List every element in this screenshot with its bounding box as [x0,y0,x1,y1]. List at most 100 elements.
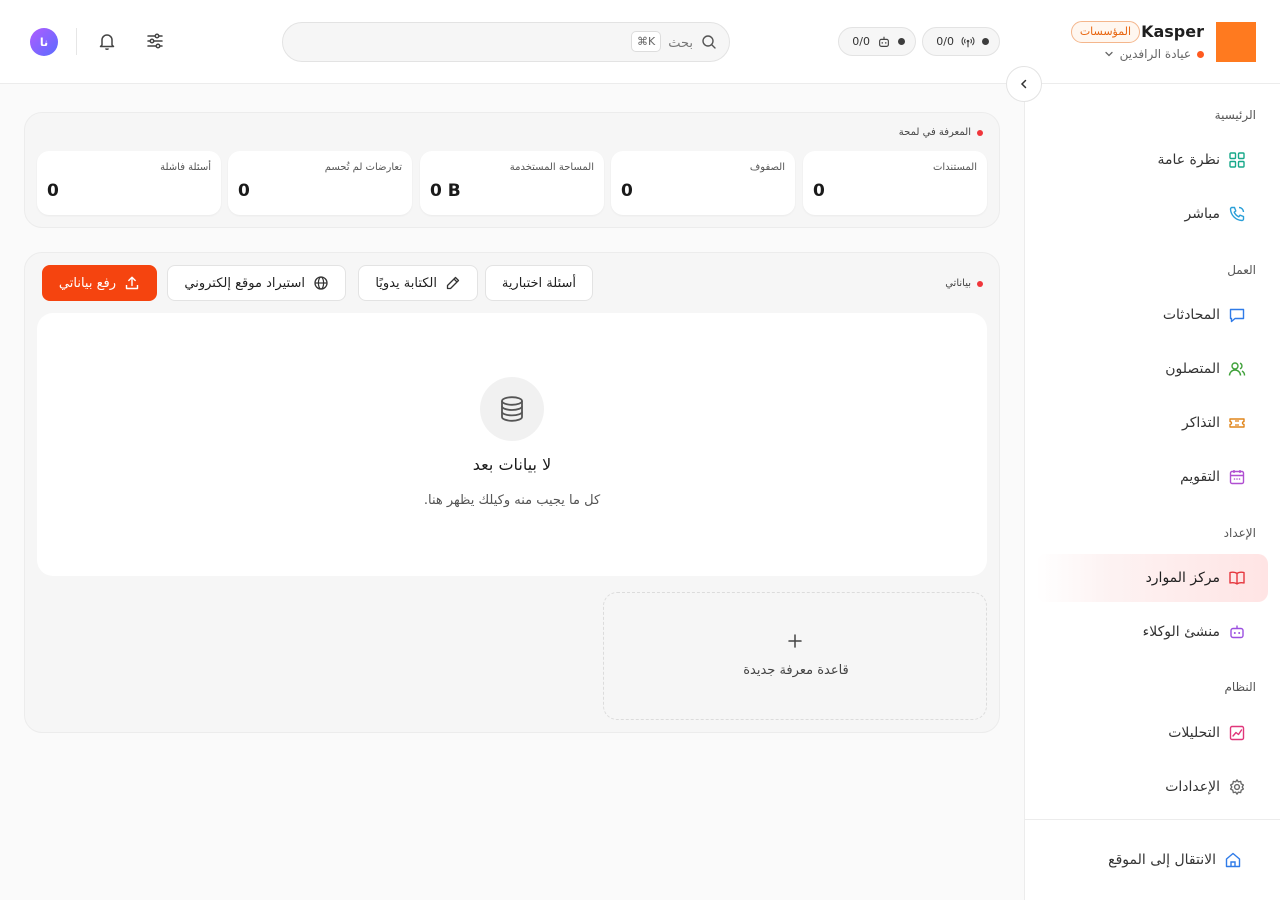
ticket-icon [1228,414,1246,432]
stat-card-failed-questions: أسئلة فاشلة 0 [37,151,221,215]
sidebar-item-label: التقويم [1180,469,1220,485]
sidebar-item-contacts[interactable]: المتصلون [1036,345,1268,393]
stat-card-rows: الصفوف 0 [611,151,795,215]
sidebar-collapse-button[interactable] [1006,66,1042,102]
sidebar-item-label: منشئ الوكلاء [1142,624,1220,640]
stat-label: أسئلة فاشلة [160,162,211,173]
sidebar-item-label: مركز الموارد [1145,570,1220,586]
stat-card-conflicts: تعارضات لم تُحسم 0 [228,151,412,215]
button-label: أسئلة اختبارية [501,275,576,291]
sidebar-item-tickets[interactable]: التذاكر [1036,399,1268,447]
sidebar-item-live[interactable]: مباشر [1036,190,1268,238]
bell-icon[interactable] [96,30,118,52]
database-icon [497,394,527,424]
home-icon [1224,851,1242,869]
brand-logo[interactable] [1216,22,1256,62]
stat-label: المساحة المستخدمة [509,162,594,173]
stat-value: 0 [813,181,825,201]
button-label: استيراد موقع إلكتروني [184,275,305,291]
channel-count: 0/0 [936,35,954,48]
sidebar-section-home: الرئيسية [1214,108,1256,122]
sidebar-item-conversations[interactable]: المحادثات [1036,291,1268,339]
write-manually-button[interactable]: الكتابة يدويًا [358,265,478,301]
import-website-button[interactable]: استيراد موقع إلكتروني [167,265,346,301]
agent-count: 0/0 [852,35,870,48]
agent-status-pill[interactable]: 0/0 [838,27,916,56]
knowledge-overview-title-text: المعرفة في لمحة [898,127,971,138]
gear-icon [1228,778,1246,796]
stat-value: 0 [238,181,250,201]
stat-card-storage: المساحة المستخدمة 0 B [420,151,604,215]
avatar[interactable]: نا [30,28,58,56]
empty-state-subtitle: كل ما يجيب منه وكيلك يظهر هنا. [423,493,601,508]
search-icon [701,34,717,50]
title-dot [977,280,983,287]
empty-state-title: لا بيانات بعد [472,455,552,474]
chart-line-icon [1228,724,1246,742]
stat-value: 0 B [430,181,461,201]
search-shortcut: ⌘K [631,31,662,52]
stat-label: المستندات [932,162,977,173]
stat-label: تعارضات لم تُحسم [324,162,402,173]
sidebar-item-label: نظرة عامة [1157,152,1220,168]
top-header: Kasper المؤسسات عيادة الرافدين 0/0 0/0 ⌘… [0,0,1280,84]
upload-data-button[interactable]: رفع بياناتي [41,265,157,301]
phone-icon [1228,205,1246,223]
sidebar-divider [1024,819,1280,820]
knowledge-overview-title: المعرفة في لمحة [899,127,983,138]
sidebar-item-label: المتصلون [1165,361,1220,377]
org-name: عيادة الرافدين [1119,47,1191,61]
title-dot [977,129,983,136]
sidebar-item-resources[interactable]: مركز الموارد [1036,554,1268,602]
my-data-title: بياناتي [945,278,983,289]
sidebar-section-work: العمل [1227,263,1256,277]
sidebar-item-label: المحادثات [1162,307,1220,323]
knowledge-overview-panel: المعرفة في لمحة المستندات 0 الصفوف 0 الم… [24,112,1000,228]
sidebar-item-settings[interactable]: الإعدادات [1036,763,1268,811]
sidebar-item-label: الإعدادات [1165,779,1220,795]
channel-status-dot [982,38,989,45]
sidebar-item-calendar[interactable]: التقويم [1036,453,1268,501]
button-label: رفع بياناتي [58,275,116,291]
users-icon [1228,360,1246,378]
org-switcher[interactable]: عيادة الرافدين [1104,47,1204,61]
brand-name: Kasper [1141,22,1204,41]
book-icon [1228,569,1246,587]
my-data-title-text: بياناتي [945,278,971,289]
sidebar-item-label: مباشر [1184,206,1220,222]
search-box[interactable]: ⌘K [282,22,730,62]
upload-icon [124,275,140,291]
empty-state-icon-wrap [480,377,544,441]
sidebar-item-overview[interactable]: نظرة عامة [1036,136,1268,184]
new-knowledge-base-label: قاعدة معرفة جديدة [743,663,849,678]
sidebar-item-label: التحليلات [1168,725,1220,741]
sidebar-item-agent-builder[interactable]: منشئ الوكلاء [1036,608,1268,656]
stat-value: 0 [621,181,633,201]
sidebar-section-system: النظام [1224,680,1256,694]
calendar-icon [1228,468,1246,486]
plan-badge: المؤسسات [1070,21,1140,43]
sidebar: الرئيسية نظرة عامة مباشر العمل المحادثات… [1024,84,1280,900]
go-to-site-label: الانتقال إلى الموقع [1108,852,1216,868]
grid-icon [1228,151,1246,169]
channel-status-pill[interactable]: 0/0 [922,27,1000,56]
new-knowledge-base-button[interactable]: قاعدة معرفة جديدة [603,592,987,720]
bot-icon [877,35,891,49]
test-questions-button[interactable]: أسئلة اختبارية [484,265,593,301]
go-to-site-link[interactable]: الانتقال إلى الموقع [1032,836,1264,884]
empty-state-card: لا بيانات بعد كل ما يجيب منه وكيلك يظهر … [37,313,987,576]
chat-icon [1228,306,1246,324]
chevron-left-icon [1018,78,1030,90]
button-label: الكتابة يدويًا [375,275,437,291]
broadcast-icon [961,35,975,49]
chevron-down-icon [1104,49,1114,59]
globe-icon [313,275,329,291]
sidebar-item-label: التذاكر [1181,415,1220,431]
header-divider [76,28,77,55]
agent-status-dot [898,38,905,45]
bot-icon [1228,623,1246,641]
filters-icon[interactable] [144,30,166,52]
org-status-dot [1197,50,1204,58]
stat-card-documents: المستندات 0 [803,151,987,215]
sidebar-item-analytics[interactable]: التحليلات [1036,709,1268,757]
